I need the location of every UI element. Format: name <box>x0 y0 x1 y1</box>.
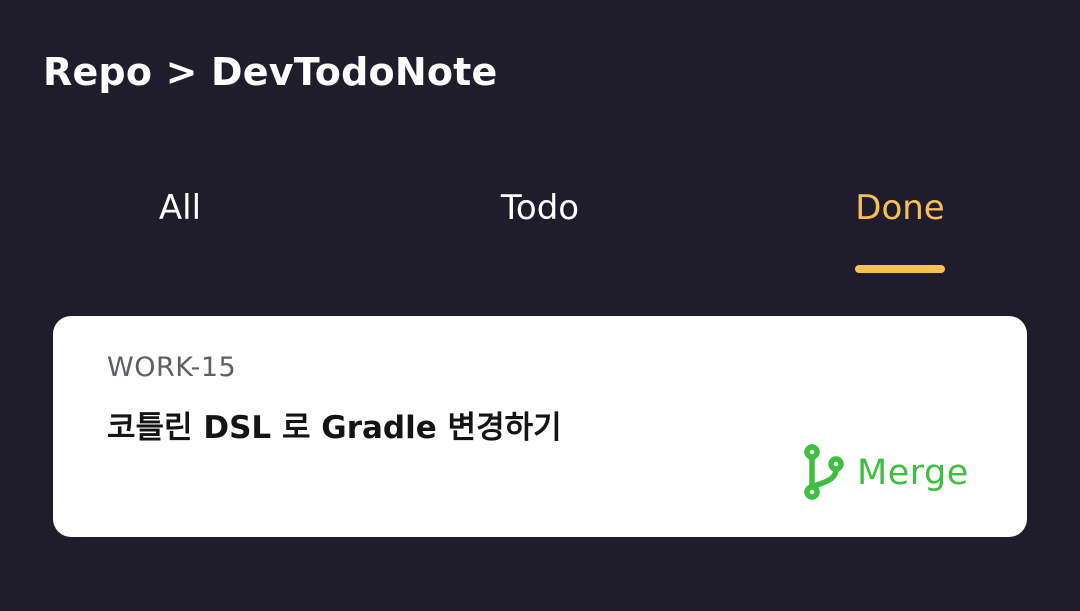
git-merge-icon <box>804 444 844 500</box>
tab-all[interactable]: All <box>100 188 260 228</box>
breadcrumb: Repo > DevTodoNote <box>43 50 498 94</box>
issue-id: WORK-15 <box>107 352 237 383</box>
active-tab-indicator <box>855 265 945 273</box>
tab-todo[interactable]: Todo <box>440 188 640 228</box>
issue-title: 코틀린 DSL 로 Gradle 변경하기 <box>107 410 562 446</box>
status-badge: Merge <box>801 444 969 502</box>
issue-card[interactable]: WORK-15 코틀린 DSL 로 Gradle 변경하기 Merge <box>53 316 1027 537</box>
status-label: Merge <box>857 453 969 493</box>
tab-done[interactable]: Done <box>820 188 980 228</box>
